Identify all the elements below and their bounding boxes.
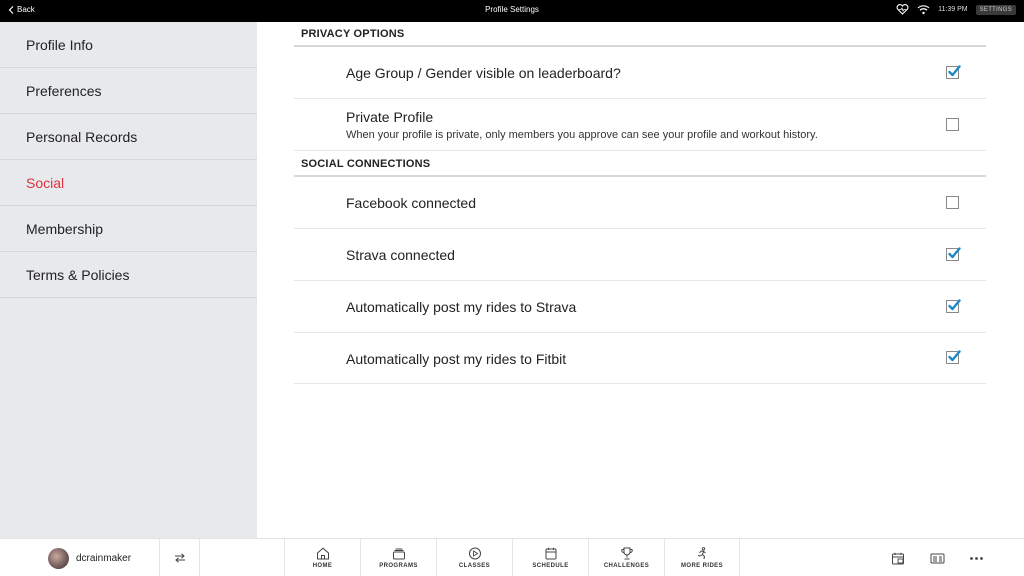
auto-post-fitbit-row[interactable]: Automatically post my rides to Fitbit bbox=[294, 333, 986, 384]
age-group-label: Age Group / Gender visible on leaderboar… bbox=[346, 65, 621, 81]
strava-connected-checkbox[interactable] bbox=[946, 247, 961, 261]
username: dcrainmaker bbox=[76, 552, 132, 564]
age-group-checkbox[interactable] bbox=[946, 65, 961, 79]
facebook-connected-checkbox[interactable] bbox=[946, 196, 959, 209]
age-group-row[interactable]: Age Group / Gender visible on leaderboar… bbox=[294, 47, 986, 99]
nav-schedule[interactable]: SCHEDULE bbox=[512, 539, 588, 576]
runner-icon bbox=[697, 547, 706, 560]
calendar-icon bbox=[545, 547, 556, 560]
page-title: Profile Settings bbox=[485, 5, 539, 14]
heart-rate-icon bbox=[896, 4, 909, 15]
nav-programs[interactable]: PROGRAMS bbox=[360, 539, 436, 576]
checkmark-icon bbox=[948, 65, 961, 77]
auto-post-strava-checkbox[interactable] bbox=[946, 299, 961, 313]
sidebar-item-terms-policies[interactable]: Terms & Policies bbox=[0, 252, 257, 298]
auto-post-strava-label: Automatically post my rides to Strava bbox=[346, 299, 577, 315]
swap-arrows-icon bbox=[174, 553, 185, 563]
strava-connected-row[interactable]: Strava connected bbox=[294, 229, 986, 281]
checkmark-icon bbox=[948, 247, 961, 259]
bottom-navigation: dcrainmaker HOME PROGRAMS CLASSES SCHEDU… bbox=[0, 538, 1024, 576]
sidebar-item-social[interactable]: Social bbox=[0, 160, 257, 206]
main-nav: HOME PROGRAMS CLASSES SCHEDULE CHALLENGE… bbox=[284, 539, 740, 576]
wifi-icon bbox=[917, 5, 930, 15]
nav-home[interactable]: HOME bbox=[284, 539, 360, 576]
clock: 11:39 PM bbox=[938, 6, 968, 13]
private-profile-description: When your profile is private, only membe… bbox=[346, 129, 818, 141]
private-profile-checkbox[interactable] bbox=[946, 118, 959, 131]
trophy-icon bbox=[620, 547, 633, 560]
private-profile-row[interactable]: Private Profile When your profile is pri… bbox=[294, 99, 986, 151]
auto-post-strava-row[interactable]: Automatically post my rides to Strava bbox=[294, 281, 986, 333]
user-profile-button[interactable]: dcrainmaker bbox=[0, 539, 160, 576]
avatar bbox=[48, 547, 69, 569]
play-circle-icon bbox=[468, 547, 481, 560]
privacy-options-header: PRIVACY OPTIONS bbox=[294, 28, 986, 47]
calendar-add-icon[interactable] bbox=[891, 552, 906, 565]
social-connections-header: SOCIAL CONNECTIONS bbox=[294, 158, 986, 177]
checkmark-icon bbox=[948, 299, 961, 311]
nav-challenges[interactable]: CHALLENGES bbox=[588, 539, 664, 576]
facebook-connected-label: Facebook connected bbox=[346, 195, 476, 211]
home-icon bbox=[316, 547, 329, 560]
settings-button[interactable]: SETTINGS bbox=[975, 4, 1016, 15]
facebook-connected-row[interactable]: Facebook connected bbox=[294, 177, 986, 229]
sidebar-item-profile-info[interactable]: Profile Info bbox=[0, 22, 257, 68]
strava-connected-label: Strava connected bbox=[346, 247, 455, 263]
status-bar: Back Profile Settings 11:39 PM SETTINGS bbox=[0, 0, 1024, 22]
more-options-icon[interactable] bbox=[969, 552, 984, 565]
settings-sidebar: Profile Info Preferences Personal Record… bbox=[0, 22, 257, 538]
metrics-panel-icon[interactable] bbox=[930, 552, 945, 565]
settings-panel: PRIVACY OPTIONS Age Group / Gender visib… bbox=[257, 22, 1024, 538]
auto-post-fitbit-checkbox[interactable] bbox=[946, 350, 961, 364]
swap-user-button[interactable] bbox=[160, 539, 200, 576]
private-profile-label: Private Profile bbox=[346, 109, 434, 125]
auto-post-fitbit-label: Automatically post my rides to Fitbit bbox=[346, 351, 567, 367]
nav-classes[interactable]: CLASSES bbox=[436, 539, 512, 576]
sidebar-item-personal-records[interactable]: Personal Records bbox=[0, 114, 257, 160]
status-icons: 11:39 PM SETTINGS bbox=[896, 4, 1016, 15]
utility-icons bbox=[891, 539, 984, 576]
programs-icon bbox=[392, 548, 405, 560]
nav-more-rides[interactable]: MORE RIDES bbox=[664, 539, 740, 576]
sidebar-item-membership[interactable]: Membership bbox=[0, 206, 257, 252]
sidebar-item-preferences[interactable]: Preferences bbox=[0, 68, 257, 114]
checkmark-icon bbox=[948, 350, 961, 362]
